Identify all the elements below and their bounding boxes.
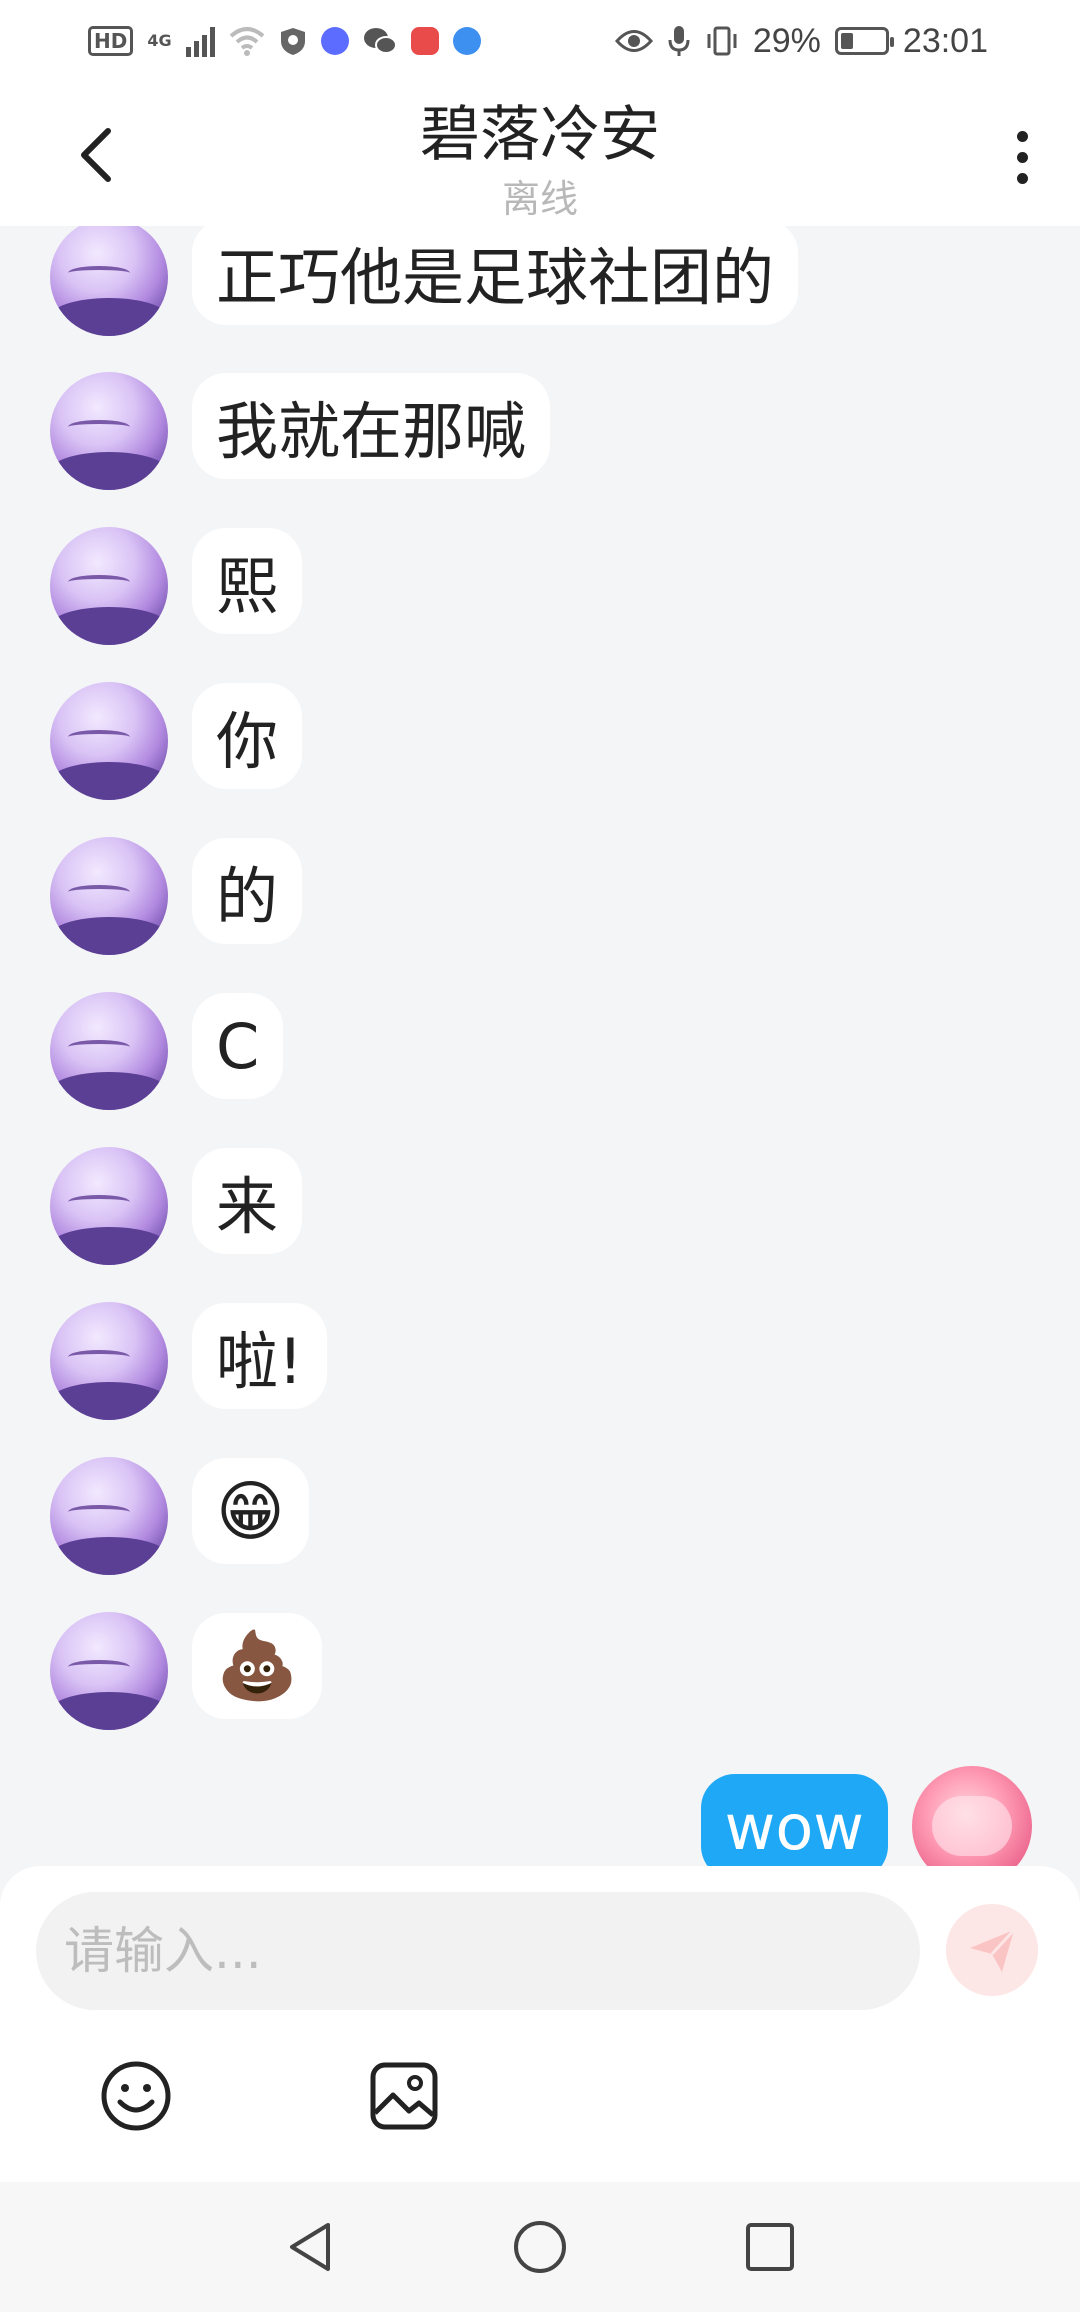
status-bar: HD 4G 29% 23:01 [0, 0, 1080, 82]
message-input[interactable] [36, 1892, 920, 2010]
battery-icon [834, 27, 894, 55]
browser-app-icon [452, 27, 481, 55]
contact-avatar[interactable] [50, 527, 168, 645]
battery-level-fill [840, 33, 853, 49]
nav-home-icon [514, 2221, 566, 2273]
more-vertical-icon [1016, 130, 1028, 142]
network-type: 4G [147, 31, 172, 50]
user-avatar[interactable] [912, 1766, 1032, 1866]
image-icon [370, 2062, 438, 2130]
wechat-icon [363, 28, 397, 54]
send-button[interactable] [946, 1904, 1038, 1996]
contact-avatar[interactable] [50, 1612, 168, 1730]
chat-header: 碧落冷安 离线 [0, 82, 1080, 226]
message-row: 来 [50, 1147, 303, 1269]
contact-avatar[interactable] [50, 1147, 168, 1265]
message-row: C [50, 992, 284, 1114]
contact-status: 离线 [501, 177, 578, 221]
message-bubble[interactable]: 你 [192, 683, 303, 789]
nav-back-button[interactable] [270, 2207, 350, 2287]
message-bubble[interactable]: 😁 [192, 1458, 309, 1564]
more-dot [1016, 151, 1028, 163]
wifi-icon [229, 27, 264, 56]
send-icon [970, 1928, 1016, 1972]
battery-percent: 29% [752, 21, 821, 60]
contact-avatar[interactable] [50, 1457, 168, 1575]
emoji-button[interactable] [96, 2056, 176, 2136]
message-row: 你 [50, 682, 303, 804]
status-bar-left: HD 4G [88, 25, 481, 57]
message-row: 正巧他是足球社团的 [50, 226, 799, 340]
nav-back-icon [290, 2223, 330, 2271]
contact-avatar[interactable] [50, 1302, 168, 1420]
status-bar-right: 29% 23:01 [614, 21, 988, 61]
contact-name: 碧落冷安 [420, 100, 660, 170]
hd-icon: HD [88, 26, 134, 56]
eye-icon [614, 30, 653, 52]
system-nav-bar [0, 2182, 1080, 2312]
contact-avatar[interactable] [50, 837, 168, 955]
contact-avatar[interactable] [50, 682, 168, 800]
message-bubble[interactable]: 我就在那喊 [192, 373, 551, 479]
book-app-icon [410, 27, 439, 55]
message-bubble[interactable]: 💩 [192, 1613, 323, 1719]
message-bubble-self[interactable]: wow [700, 1774, 888, 1866]
more-options-button[interactable] [992, 122, 1052, 192]
message-bubble[interactable]: C [192, 993, 284, 1099]
message-bubble[interactable]: 熙 [192, 528, 303, 634]
message-row: 熙 [50, 527, 303, 649]
emoji-icon [101, 2061, 171, 2131]
clock: 23:01 [902, 21, 988, 60]
vibrate-icon [707, 26, 737, 56]
message-row-self: wow [700, 1766, 1032, 1866]
message-row: 我就在那喊 [50, 372, 551, 494]
message-bubble[interactable]: 的 [192, 838, 303, 944]
message-bubble[interactable]: 啦! [192, 1303, 327, 1409]
message-row: 的 [50, 837, 303, 959]
image-button[interactable] [364, 2056, 444, 2136]
signal-icon [185, 25, 215, 57]
contact-avatar[interactable] [50, 992, 168, 1110]
message-list[interactable]: 正巧他是足球社团的 我就在那喊 熙 你 的 C 来 啦! 😁 💩 wow [0, 226, 1080, 1866]
more-dot [1016, 172, 1028, 184]
nav-recents-button[interactable] [730, 2207, 810, 2287]
message-row: 啦! [50, 1302, 327, 1424]
contact-avatar[interactable] [50, 372, 168, 490]
message-row: 😁 [50, 1457, 309, 1579]
message-bubble[interactable]: 正巧他是足球社团的 [192, 226, 799, 325]
message-row: 💩 [50, 1612, 323, 1734]
shield-icon [280, 28, 305, 55]
contact-avatar[interactable] [50, 226, 168, 336]
music-app-icon [320, 27, 349, 55]
input-panel [0, 1866, 1080, 2182]
nav-home-button[interactable] [500, 2207, 580, 2287]
message-bubble[interactable]: 来 [192, 1148, 303, 1254]
nav-recents-icon [746, 2223, 794, 2271]
mic-icon [668, 26, 690, 56]
